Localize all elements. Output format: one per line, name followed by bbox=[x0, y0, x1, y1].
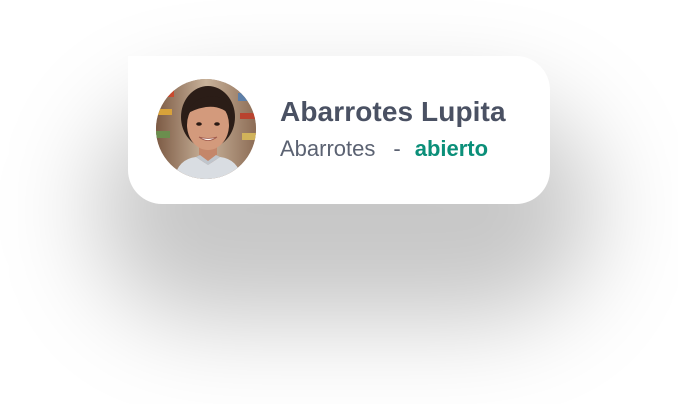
store-meta: Abarrotes - abierto bbox=[280, 134, 506, 164]
status-badge: abierto bbox=[414, 136, 489, 161]
store-category: Abarrotes bbox=[280, 136, 376, 161]
store-card[interactable]: Abarrotes Lupita Abarrotes - abierto bbox=[128, 56, 550, 204]
canvas: Abarrotes Lupita Abarrotes - abierto bbox=[0, 0, 678, 404]
avatar bbox=[156, 79, 256, 179]
separator: - bbox=[393, 136, 401, 161]
store-name: Abarrotes Lupita bbox=[280, 96, 506, 127]
person-portrait-icon bbox=[156, 79, 256, 179]
store-info: Abarrotes Lupita Abarrotes - abierto bbox=[280, 94, 506, 164]
